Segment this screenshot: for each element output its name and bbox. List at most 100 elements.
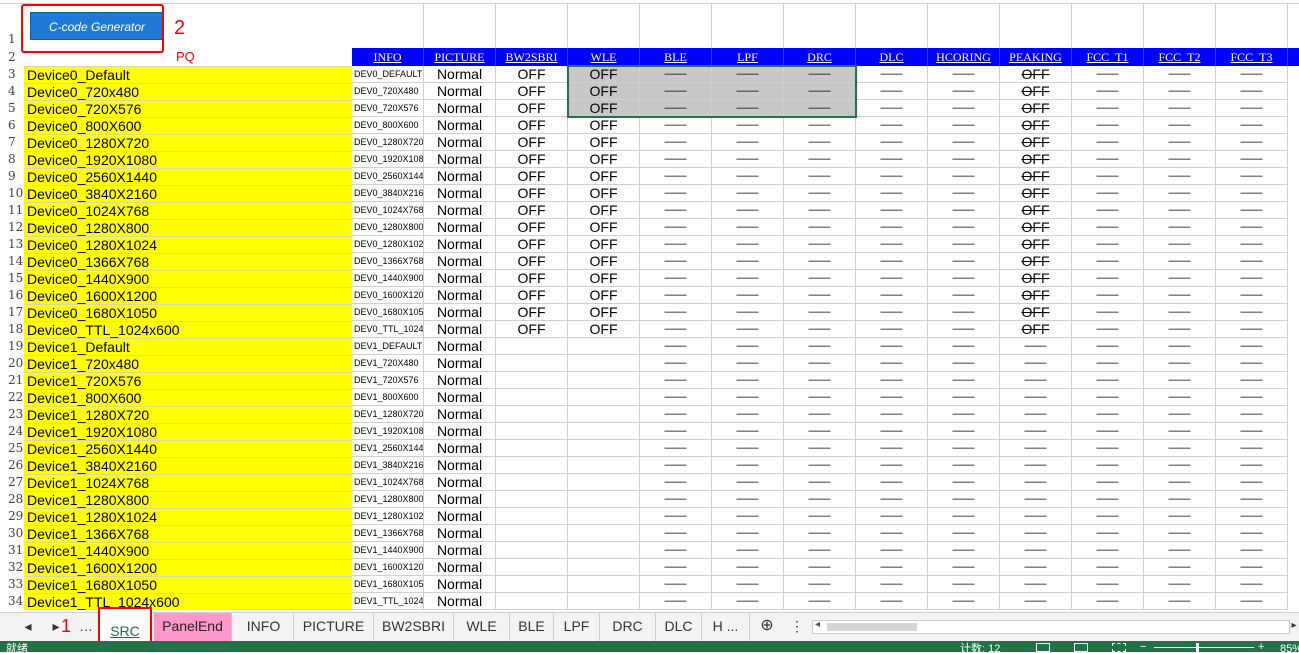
bw2sbri-cell[interactable] bbox=[496, 457, 568, 474]
drc-cell[interactable]: —— bbox=[784, 185, 856, 202]
hcoring-cell[interactable]: —— bbox=[928, 491, 1000, 508]
column-header-picture[interactable]: PICTURE bbox=[424, 48, 496, 66]
info-cell[interactable]: DEV1_3840X2160 bbox=[352, 457, 424, 474]
fcc_t2-cell[interactable]: —— bbox=[1144, 593, 1216, 610]
info-cell[interactable]: DEV1_800X600 bbox=[352, 389, 424, 406]
row-number[interactable]: 12 bbox=[0, 219, 24, 236]
bw2sbri-cell[interactable] bbox=[496, 474, 568, 491]
peaking-cell[interactable]: —— bbox=[1000, 406, 1072, 423]
column-header-info[interactable]: INFO bbox=[352, 48, 424, 66]
fcc_t1-cell[interactable]: —— bbox=[1072, 321, 1144, 338]
info-cell[interactable]: DEV0_1440X900 bbox=[352, 270, 424, 287]
fcc_t1-cell[interactable]: —— bbox=[1072, 491, 1144, 508]
lpf-cell[interactable]: —— bbox=[712, 253, 784, 270]
row-number[interactable]: 13 bbox=[0, 236, 24, 253]
picture-cell[interactable]: Normal bbox=[424, 168, 496, 185]
lpf-cell[interactable]: —— bbox=[712, 491, 784, 508]
fcc_t3-cell[interactable]: —— bbox=[1216, 593, 1288, 610]
tab-drc[interactable]: DRC bbox=[600, 613, 656, 641]
fcc_t2-cell[interactable]: —— bbox=[1144, 372, 1216, 389]
wle-cell[interactable] bbox=[568, 423, 640, 440]
picture-cell[interactable]: Normal bbox=[424, 100, 496, 117]
drc-cell[interactable]: —— bbox=[784, 542, 856, 559]
info-cell[interactable]: DEV1_1280X720 bbox=[352, 406, 424, 423]
picture-cell[interactable]: Normal bbox=[424, 576, 496, 593]
fcc_t3-cell[interactable]: —— bbox=[1216, 559, 1288, 576]
info-cell[interactable]: DEV1_DEFAULT bbox=[352, 338, 424, 355]
lpf-cell[interactable]: —— bbox=[712, 457, 784, 474]
fcc_t3-cell[interactable]: —— bbox=[1216, 406, 1288, 423]
hcoring-cell[interactable]: —— bbox=[928, 423, 1000, 440]
device-name-cell[interactable]: Device1_1600X1200 bbox=[24, 559, 352, 576]
wle-cell[interactable] bbox=[568, 457, 640, 474]
lpf-cell[interactable]: —— bbox=[712, 576, 784, 593]
fcc_t1-cell[interactable]: —— bbox=[1072, 508, 1144, 525]
fcc_t1-cell[interactable]: —— bbox=[1072, 219, 1144, 236]
fcc_t3-cell[interactable]: —— bbox=[1216, 83, 1288, 100]
column-header-fcc_t3[interactable]: FCC_T3 bbox=[1216, 48, 1288, 66]
device-name-cell[interactable]: Device1_1680X1050 bbox=[24, 576, 352, 593]
hcoring-cell[interactable]: —— bbox=[928, 219, 1000, 236]
drc-cell[interactable]: —— bbox=[784, 168, 856, 185]
picture-cell[interactable]: Normal bbox=[424, 202, 496, 219]
lpf-cell[interactable]: —— bbox=[712, 389, 784, 406]
device-name-cell[interactable]: Device1_TTL_1024x600 bbox=[24, 593, 352, 610]
peaking-cell[interactable]: —— bbox=[1000, 525, 1072, 542]
device-name-cell[interactable]: Device0_800X600 bbox=[24, 117, 352, 134]
dlc-cell[interactable]: —— bbox=[856, 576, 928, 593]
fcc_t1-cell[interactable]: —— bbox=[1072, 270, 1144, 287]
fcc_t1-cell[interactable]: —— bbox=[1072, 134, 1144, 151]
dlc-cell[interactable]: —— bbox=[856, 338, 928, 355]
picture-cell[interactable]: Normal bbox=[424, 117, 496, 134]
hcoring-cell[interactable]: —— bbox=[928, 66, 1000, 83]
picture-cell[interactable]: Normal bbox=[424, 321, 496, 338]
info-cell[interactable]: DEV0_1280X720 bbox=[352, 134, 424, 151]
row-number[interactable]: 32 bbox=[0, 559, 24, 576]
fcc_t3-cell[interactable]: —— bbox=[1216, 66, 1288, 83]
dlc-cell[interactable]: —— bbox=[856, 100, 928, 117]
hcoring-cell[interactable]: —— bbox=[928, 474, 1000, 491]
fcc_t3-cell[interactable]: —— bbox=[1216, 219, 1288, 236]
grid-cell[interactable] bbox=[1000, 4, 1072, 48]
wle-cell[interactable]: OFF bbox=[568, 117, 640, 134]
fcc_t2-cell[interactable]: —— bbox=[1144, 559, 1216, 576]
peaking-cell[interactable]: OFF bbox=[1000, 83, 1072, 100]
ble-cell[interactable]: —— bbox=[640, 117, 712, 134]
info-cell[interactable]: DEV1_1024X768 bbox=[352, 474, 424, 491]
bw2sbri-cell[interactable] bbox=[496, 338, 568, 355]
fcc_t1-cell[interactable]: —— bbox=[1072, 440, 1144, 457]
row-number[interactable]: 4 bbox=[0, 83, 24, 100]
picture-cell[interactable]: Normal bbox=[424, 253, 496, 270]
drc-cell[interactable]: —— bbox=[784, 423, 856, 440]
ble-cell[interactable]: —— bbox=[640, 542, 712, 559]
dlc-cell[interactable]: —— bbox=[856, 83, 928, 100]
bw2sbri-cell[interactable] bbox=[496, 355, 568, 372]
bw2sbri-cell[interactable]: OFF bbox=[496, 304, 568, 321]
bw2sbri-cell[interactable]: OFF bbox=[496, 151, 568, 168]
picture-cell[interactable]: Normal bbox=[424, 423, 496, 440]
spreadsheet-grid[interactable]: INFO PICTURE BW2SBRI WLE BLE LPF DRC DLC HCORING… bbox=[0, 0, 1299, 612]
device-name-cell[interactable]: Device1_1366X768 bbox=[24, 525, 352, 542]
wle-cell[interactable]: OFF bbox=[568, 270, 640, 287]
peaking-cell[interactable]: OFF bbox=[1000, 236, 1072, 253]
fcc_t2-cell[interactable]: —— bbox=[1144, 355, 1216, 372]
device-name-cell[interactable]: Device1_2560X1440 bbox=[24, 440, 352, 457]
ble-cell[interactable]: —— bbox=[640, 321, 712, 338]
bw2sbri-cell[interactable]: OFF bbox=[496, 219, 568, 236]
wle-cell[interactable]: OFF bbox=[568, 219, 640, 236]
normal-view-icon[interactable] bbox=[1036, 643, 1050, 652]
ble-cell[interactable]: —— bbox=[640, 168, 712, 185]
column-header-drc[interactable]: DRC bbox=[784, 48, 856, 66]
lpf-cell[interactable]: —— bbox=[712, 270, 784, 287]
fcc_t2-cell[interactable]: —— bbox=[1144, 508, 1216, 525]
picture-cell[interactable]: Normal bbox=[424, 593, 496, 610]
device-name-cell[interactable]: Device0_1440X900 bbox=[24, 270, 352, 287]
hcoring-cell[interactable]: —— bbox=[928, 168, 1000, 185]
fcc_t2-cell[interactable]: —— bbox=[1144, 151, 1216, 168]
grid-cell[interactable] bbox=[496, 4, 568, 48]
fcc_t2-cell[interactable]: —— bbox=[1144, 525, 1216, 542]
dlc-cell[interactable]: —— bbox=[856, 134, 928, 151]
dlc-cell[interactable]: —— bbox=[856, 219, 928, 236]
wle-cell[interactable] bbox=[568, 559, 640, 576]
wle-cell[interactable] bbox=[568, 576, 640, 593]
